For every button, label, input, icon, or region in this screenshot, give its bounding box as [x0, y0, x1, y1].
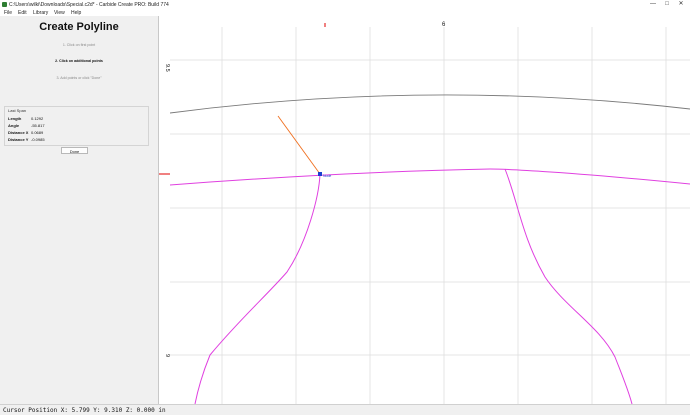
grid-lines	[170, 27, 690, 404]
node-label: Node	[323, 174, 331, 178]
outer-arc-gray	[169, 94, 690, 114]
angle-value: -55.817	[31, 123, 45, 128]
last-span-row-angle: Angle -55.817	[8, 123, 45, 128]
left-ruler-graphic: 9.5 9	[159, 64, 170, 357]
length-value: 0.1292	[31, 116, 44, 121]
last-span-row-distance-x: Distance X 0.0689	[8, 130, 43, 135]
angle-label: Angle	[8, 123, 20, 128]
step-3: 3. Add points or click "Done"	[56, 76, 102, 80]
menu-view[interactable]: View	[54, 10, 65, 16]
maximize-button[interactable]: □	[661, 0, 673, 9]
app-logo-icon	[2, 2, 7, 7]
last-span-title: Last Span	[8, 108, 27, 113]
polyline-node[interactable]	[318, 172, 322, 176]
window-title: C:\Users\wilki\Downloads\Special.c2d* - …	[9, 1, 169, 8]
menu-edit[interactable]: Edit	[18, 10, 27, 16]
canvas-graphic: Node	[169, 27, 690, 405]
menu-bar: File Edit Library View Help	[0, 9, 690, 16]
distance-x-value: 0.0689	[31, 130, 44, 135]
drawing-canvas[interactable]: Node	[169, 27, 690, 405]
status-bar: Cursor Position X: 5.799 Y: 9.310 Z: 0.0…	[0, 404, 690, 415]
distance-y-label: Distance Y	[8, 137, 29, 142]
close-button[interactable]: ✕	[675, 0, 687, 9]
left-profile-magenta	[194, 173, 321, 405]
cursor-position-readout: Cursor Position X: 5.799 Y: 9.310 Z: 0.0…	[3, 406, 166, 414]
step-2-active: 2. Click on additional points	[55, 59, 103, 63]
right-profile-magenta	[504, 168, 633, 405]
menu-help[interactable]: Help	[71, 10, 81, 16]
inner-arc-magenta	[169, 168, 690, 186]
menu-library[interactable]: Library	[33, 10, 48, 16]
length-label: Length	[8, 116, 22, 121]
panel-title: Create Polyline	[39, 21, 119, 33]
tool-panel: Create Polyline 1. Click on first point …	[0, 16, 159, 404]
rubber-band-segment	[277, 115, 321, 175]
menu-file[interactable]: File	[4, 10, 12, 16]
step-1: 1. Click on first point	[62, 43, 96, 47]
last-span-row-length: Length 0.1292	[8, 116, 43, 121]
last-span-box: Last Span Length 0.1292 Angle -55.817 Dist…	[4, 106, 149, 146]
done-button[interactable]: Done	[61, 147, 88, 154]
distance-y-value: -0.0985	[31, 137, 45, 142]
minimize-button[interactable]: —	[647, 0, 659, 9]
title-bar: C:\Users\wilki\Downloads\Special.c2d* - …	[0, 0, 690, 9]
last-span-row-distance-y: Distance Y -0.0985	[8, 137, 45, 142]
distance-x-label: Distance X	[8, 130, 29, 135]
